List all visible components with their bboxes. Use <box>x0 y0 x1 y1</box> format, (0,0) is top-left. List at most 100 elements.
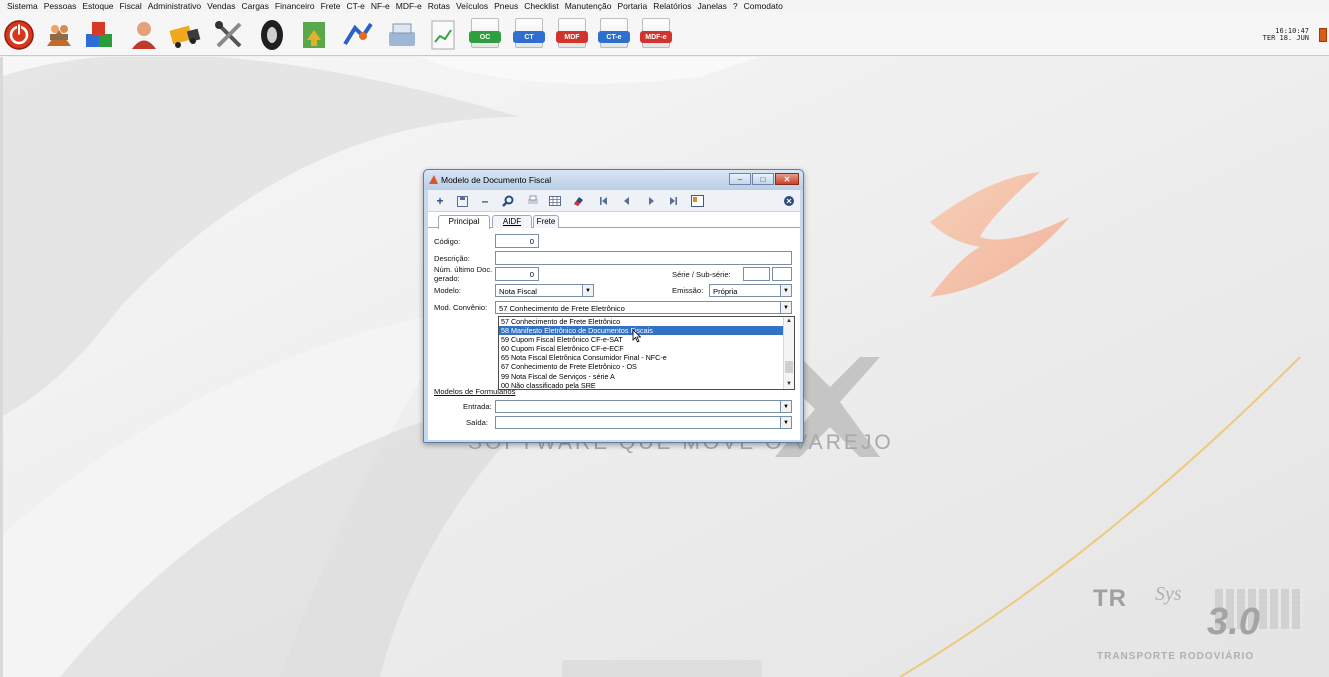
menu-comodato[interactable]: Comodato <box>741 1 786 11</box>
chevron-down-icon[interactable]: ▼ <box>780 417 791 428</box>
menu-relatorios[interactable]: Relatórios <box>650 1 694 11</box>
dialog-titlebar[interactable]: Modelo de Documento Fiscal – □ ✕ <box>424 170 803 190</box>
serie-field[interactable] <box>743 267 770 281</box>
ct-document-button[interactable]: CT <box>513 18 545 52</box>
menu-vendas[interactable]: Vendas <box>204 1 238 11</box>
image-icon[interactable] <box>689 193 705 209</box>
tab-principal[interactable]: Principal <box>438 215 490 229</box>
emissao-select[interactable]: Própria ▼ <box>709 284 792 297</box>
entrada-select[interactable]: ▼ <box>495 400 792 413</box>
report-icon[interactable] <box>426 18 460 52</box>
num-ultimo-doc-field[interactable]: 0 <box>495 267 539 281</box>
mdf-label: MDF <box>556 31 588 43</box>
menu-portaria[interactable]: Portaria <box>614 1 650 11</box>
scrollbar-thumb[interactable] <box>785 361 793 373</box>
scroll-down-icon[interactable]: ▼ <box>784 380 794 389</box>
remove-icon[interactable]: – <box>477 193 493 209</box>
dropdown-option[interactable]: 67 Conhecimento de Frete Eletrônico - OS <box>499 362 794 371</box>
mod-convenio-value: 57 Conhecimento de Frete Eletrônico <box>499 304 625 313</box>
modelo-label: Modelo: <box>434 286 462 295</box>
logo-sys: Sys <box>1155 583 1182 605</box>
menu-veiculos[interactable]: Veículos <box>453 1 491 11</box>
dialog-title: Modelo de Documento Fiscal <box>441 175 552 185</box>
dropdown-scrollbar[interactable]: ▲ ▼ <box>783 317 794 389</box>
logo-tr: TR <box>1093 585 1127 612</box>
truck-icon[interactable] <box>168 18 202 52</box>
exit-icon[interactable] <box>781 193 797 209</box>
menu-cargas[interactable]: Cargas <box>239 1 272 11</box>
menu-ajuda[interactable]: ? <box>730 1 741 11</box>
print-icon[interactable] <box>525 193 541 209</box>
menu-administrativo[interactable]: Administrativo <box>145 1 204 11</box>
last-record-icon[interactable] <box>665 193 681 209</box>
menu-rotas[interactable]: Rotas <box>425 1 453 11</box>
person-icon[interactable] <box>127 18 161 52</box>
mdfe-document-button[interactable]: MDF-e <box>640 18 672 52</box>
first-record-icon[interactable] <box>596 193 612 209</box>
clock-date: TER 18. JUN <box>1262 34 1309 42</box>
minimize-button[interactable]: – <box>729 173 751 185</box>
dropdown-option[interactable]: 65 Nota Fiscal Eletrônica Consumidor Fin… <box>499 353 794 362</box>
dropdown-option[interactable]: 99 Nota Fiscal de Serviços - série A <box>499 372 794 381</box>
menu-mdfe[interactable]: MDF-e <box>393 1 425 11</box>
chevron-down-icon[interactable]: ▼ <box>780 285 791 296</box>
menu-checklist[interactable]: Checklist <box>521 1 561 11</box>
maximize-button[interactable]: □ <box>752 173 774 185</box>
eraser-icon[interactable] <box>570 193 586 209</box>
next-record-icon[interactable] <box>643 193 659 209</box>
chevron-down-icon[interactable]: ▼ <box>780 302 791 313</box>
power-icon[interactable] <box>2 18 36 52</box>
codigo-field[interactable]: 0 <box>495 234 539 248</box>
dropdown-option[interactable]: 60 Cupom Fiscal Eletrônico CF-e-ECF <box>499 344 794 353</box>
menu-cte[interactable]: CT-e <box>343 1 367 11</box>
menu-financeiro[interactable]: Financeiro <box>272 1 318 11</box>
previous-record-icon[interactable] <box>619 193 635 209</box>
tab-frete[interactable]: Frete <box>533 215 559 228</box>
chevron-down-icon[interactable]: ▼ <box>780 401 791 412</box>
add-icon[interactable]: + <box>432 193 448 209</box>
modelo-value: Nota Fiscal <box>499 287 537 296</box>
cubes-icon[interactable] <box>82 18 116 52</box>
tools-icon[interactable] <box>212 18 246 52</box>
menu-pneus[interactable]: Pneus <box>491 1 521 11</box>
tab-frete-label: Frete <box>536 217 556 226</box>
cash-register-icon[interactable] <box>385 18 419 52</box>
close-button[interactable]: ✕ <box>775 173 799 185</box>
menu-pessoas[interactable]: Pessoas <box>41 1 80 11</box>
menu-manutencao[interactable]: Manutenção <box>562 1 615 11</box>
search-icon[interactable] <box>500 193 516 209</box>
dropdown-option[interactable]: 00 Não classificado pela SRE <box>499 381 794 390</box>
dropdown-option[interactable]: 59 Cupom Fiscal Eletrônico CF-e-SAT <box>499 335 794 344</box>
close-icon: ✕ <box>783 174 791 184</box>
app-icon <box>429 175 438 184</box>
menu-nfe[interactable]: NF-e <box>368 1 393 11</box>
grid-icon[interactable] <box>547 193 563 209</box>
tire-icon[interactable] <box>255 18 289 52</box>
oc-document-button[interactable]: OC <box>469 18 501 52</box>
freight-icon[interactable] <box>341 18 375 52</box>
saida-select[interactable]: ▼ <box>495 416 792 429</box>
subserie-field[interactable] <box>772 267 792 281</box>
menu-frete[interactable]: Frete <box>318 1 344 11</box>
save-icon[interactable] <box>454 193 470 209</box>
window-buttons: – □ ✕ <box>728 173 799 185</box>
financial-icon[interactable] <box>297 18 331 52</box>
menu-estoque[interactable]: Estoque <box>79 1 116 11</box>
scroll-up-icon[interactable]: ▲ <box>784 317 794 326</box>
chevron-down-icon[interactable]: ▼ <box>582 285 593 296</box>
menu-fiscal[interactable]: Fiscal <box>117 1 145 11</box>
notification-icon[interactable] <box>1319 28 1327 42</box>
num-ultimo-doc-label-2: gerado: <box>434 274 460 283</box>
dropdown-option-selected[interactable]: 58 Manifesto Eletrônico de Documentos Fi… <box>499 326 794 336</box>
modelo-select[interactable]: Nota Fiscal ▼ <box>495 284 594 297</box>
menu-janelas[interactable]: Janelas <box>695 1 730 11</box>
mdf-document-button[interactable]: MDF <box>556 18 588 52</box>
dialog-tabs: Principal AIDF Frete <box>428 214 800 229</box>
people-tools-icon[interactable] <box>42 18 76 52</box>
descricao-field[interactable] <box>495 251 792 265</box>
mod-convenio-select[interactable]: 57 Conhecimento de Frete Eletrônico ▼ <box>495 301 792 314</box>
cte-document-button[interactable]: CT-e <box>598 18 630 52</box>
dropdown-option[interactable]: 57 Conhecimento de Frete Eletrônico <box>499 317 794 326</box>
tab-aidf[interactable]: AIDF <box>492 215 532 228</box>
menu-sistema[interactable]: Sistema <box>4 1 41 11</box>
